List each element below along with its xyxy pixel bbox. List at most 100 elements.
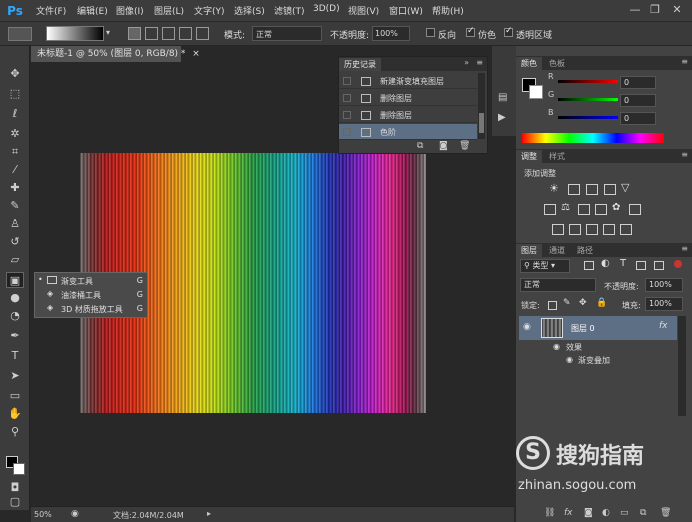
history-scrollbar[interactable] [478,73,485,139]
layer-name[interactable]: 图层 0 [571,323,595,334]
link-layers-icon[interactable]: ⛓ [544,508,555,518]
curves-icon[interactable] [586,184,598,195]
tool-preset-picker[interactable] [8,27,32,41]
tab-layers[interactable]: 图层 [516,244,542,257]
menu-filter[interactable]: 滤镜(T) [274,4,305,17]
history-item[interactable]: 删除图层 [339,90,477,106]
filter-smart-object-icon[interactable] [654,261,664,270]
tab-swatches[interactable]: 色板 [544,57,570,70]
flyout-paint-bucket[interactable]: ◈ 油漆桶工具 G [43,289,147,302]
effect-visibility-icon[interactable]: ◉ [566,355,573,364]
layer-filter-select[interactable]: ⚲ 类型 ▾ [520,259,570,273]
threshold-icon[interactable] [586,224,598,235]
posterize-icon[interactable] [569,224,581,235]
filter-shape-icon[interactable] [636,261,646,270]
history-tab[interactable]: 历史记录 [339,58,381,71]
layer-visibility-eye-icon[interactable]: ◉ [523,322,531,332]
reflected-gradient-icon[interactable] [179,27,192,40]
blur-tool-icon[interactable]: ● [6,290,24,306]
actions-panel-icon[interactable]: ▶ [498,112,506,123]
menu-help[interactable]: 帮助(H) [432,4,464,17]
delete-layer-icon[interactable]: 🗑 [660,508,671,518]
radial-gradient-icon[interactable] [145,27,158,40]
history-scroll-thumb[interactable] [479,113,484,133]
dodge-tool-icon[interactable]: ◔ [6,308,24,324]
menu-file[interactable]: 文件(F) [36,4,66,17]
angle-gradient-icon[interactable] [162,27,175,40]
selective-color-icon[interactable] [603,224,615,235]
new-layer-icon[interactable]: ⧉ [640,508,646,518]
new-group-icon[interactable]: ▭ [620,508,629,518]
linear-gradient-icon[interactable] [128,27,141,40]
gradient-preview[interactable] [46,26,104,41]
menu-type[interactable]: 文字(Y) [194,4,225,17]
crop-tool-icon[interactable]: ⌗ [6,144,24,160]
blue-slider[interactable] [558,116,618,119]
layer-fx-icon[interactable]: fx [659,321,668,331]
red-slider[interactable] [558,80,618,83]
add-style-icon[interactable]: fx [564,508,573,518]
invert-icon[interactable] [552,224,564,235]
tab-adjustments[interactable]: 调整 [516,150,542,163]
magic-wand-icon[interactable]: ✲ [6,126,24,142]
type-tool-icon[interactable]: T [6,348,24,364]
minimize-button[interactable]: — [626,2,644,18]
diamond-gradient-icon[interactable] [196,27,209,40]
zoom-level[interactable]: 50% [34,510,52,519]
effects-visibility-icon[interactable]: ◉ [553,342,560,351]
filter-type-icon[interactable]: T [620,258,626,269]
reverse-checkbox[interactable] [426,28,435,37]
history-panel-icon[interactable]: ▤ [498,92,507,103]
green-value-input[interactable]: 0 [620,94,656,107]
layer-row[interactable]: ◉ 图层 0 fx [519,316,677,340]
panel-menu-icon[interactable]: ≡ [476,58,483,67]
close-window-button[interactable]: ✕ [668,2,686,18]
pen-tool-icon[interactable]: ✒ [6,328,24,344]
fill-input[interactable]: 100% [645,297,683,311]
history-brush-source-icon[interactable] [343,77,351,85]
green-slider[interactable] [558,98,618,101]
filter-pixel-icon[interactable] [584,261,594,270]
history-item[interactable]: 新建渐变填充图层 [339,73,477,89]
lock-pixels-icon[interactable]: ✎ [563,298,571,308]
healing-brush-icon[interactable]: ✚ [6,180,24,196]
clone-stamp-icon[interactable]: ♙ [6,216,24,232]
history-brush-source-icon[interactable] [343,111,351,119]
menu-edit[interactable]: 编辑(E) [77,4,108,17]
menu-view[interactable]: 视图(V) [348,4,379,17]
filter-toggle-icon[interactable] [674,260,682,268]
transparency-checkbox[interactable] [504,26,513,37]
menu-3d[interactable]: 3D(D) [313,4,340,14]
screen-mode-icon[interactable]: ▢ [6,494,24,510]
color-lookup-icon[interactable] [629,204,641,215]
layer-opacity-input[interactable]: 100% [645,278,683,292]
adjustment-layer-icon[interactable]: ◐ [602,508,610,518]
eraser-tool-icon[interactable]: ▱ [6,252,24,268]
photo-filter-icon[interactable] [595,204,607,215]
dither-checkbox[interactable] [466,26,475,37]
gradient-tool-icon[interactable]: ▣ [6,272,24,288]
blue-value-input[interactable]: 0 [620,112,656,125]
history-item-selected[interactable]: 色阶 [339,124,477,140]
gradient-map-icon[interactable] [620,224,632,235]
status-menu-arrow-icon[interactable]: ▸ [207,509,211,518]
panel-menu-icon[interactable]: ≡ [681,57,688,66]
trash-icon[interactable]: 🗑 [459,141,470,151]
mode-select[interactable]: 正常 [252,26,322,41]
vibrance-icon[interactable]: ▽ [621,181,629,194]
menu-layer[interactable]: 图层(L) [154,4,184,17]
exposure-icon[interactable] [604,184,616,195]
history-brush-source-icon[interactable] [343,94,351,102]
flyout-3d-material-drop[interactable]: ◈ 3D 材质拖放工具 G [43,303,147,316]
black-white-icon[interactable] [578,204,590,215]
menu-window[interactable]: 窗口(W) [389,4,423,17]
tab-color[interactable]: 颜色 [516,57,542,70]
red-value-input[interactable]: 0 [620,76,656,89]
opacity-input[interactable]: 100% [372,26,410,41]
gradient-dropdown-icon[interactable]: ▾ [106,28,110,37]
panel-menu-icon[interactable]: ≡ [681,150,688,159]
tab-styles[interactable]: 样式 [544,150,570,163]
effect-item-label[interactable]: 渐变叠加 [578,355,610,366]
blend-mode-select[interactable]: 正常 [520,278,596,292]
camera-snapshot-icon[interactable]: ◙ [439,141,448,151]
